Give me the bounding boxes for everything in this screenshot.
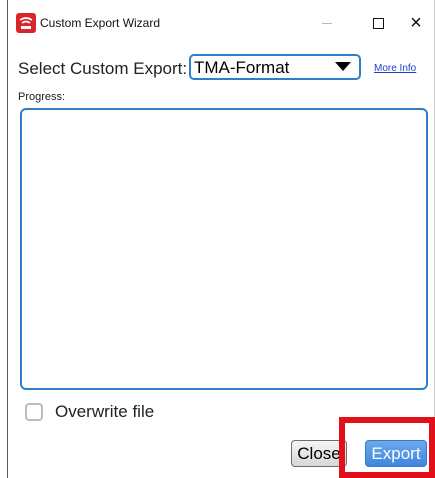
chevron-down-icon <box>335 62 351 71</box>
close-button[interactable]: Close <box>291 440 347 467</box>
minimize-button[interactable] <box>307 10 347 36</box>
custom-export-selected-value: TMA-Format <box>194 58 290 77</box>
overwrite-file-checkbox[interactable] <box>25 403 43 421</box>
app-icon <box>16 13 36 33</box>
custom-export-select[interactable]: TMA-Format <box>189 54 361 80</box>
progress-label: Progress: <box>18 91 66 103</box>
progress-textarea[interactable] <box>20 108 428 390</box>
custom-export-wizard-window: Custom Export Wizard × Select Custom Exp… <box>7 0 435 478</box>
title-bar: Custom Export Wizard × <box>8 0 435 44</box>
close-icon: × <box>410 11 422 34</box>
minimize-icon <box>322 22 332 24</box>
maximize-icon <box>372 17 384 29</box>
maximize-button[interactable] <box>358 10 398 36</box>
export-button[interactable]: Export <box>365 440 427 467</box>
more-info-link[interactable]: More Info <box>374 63 416 74</box>
window-close-button[interactable]: × <box>396 10 435 36</box>
select-export-label: Select Custom Export: <box>18 59 188 78</box>
overwrite-file-label[interactable]: Overwrite file <box>55 402 154 422</box>
window-title: Custom Export Wizard <box>40 16 161 30</box>
